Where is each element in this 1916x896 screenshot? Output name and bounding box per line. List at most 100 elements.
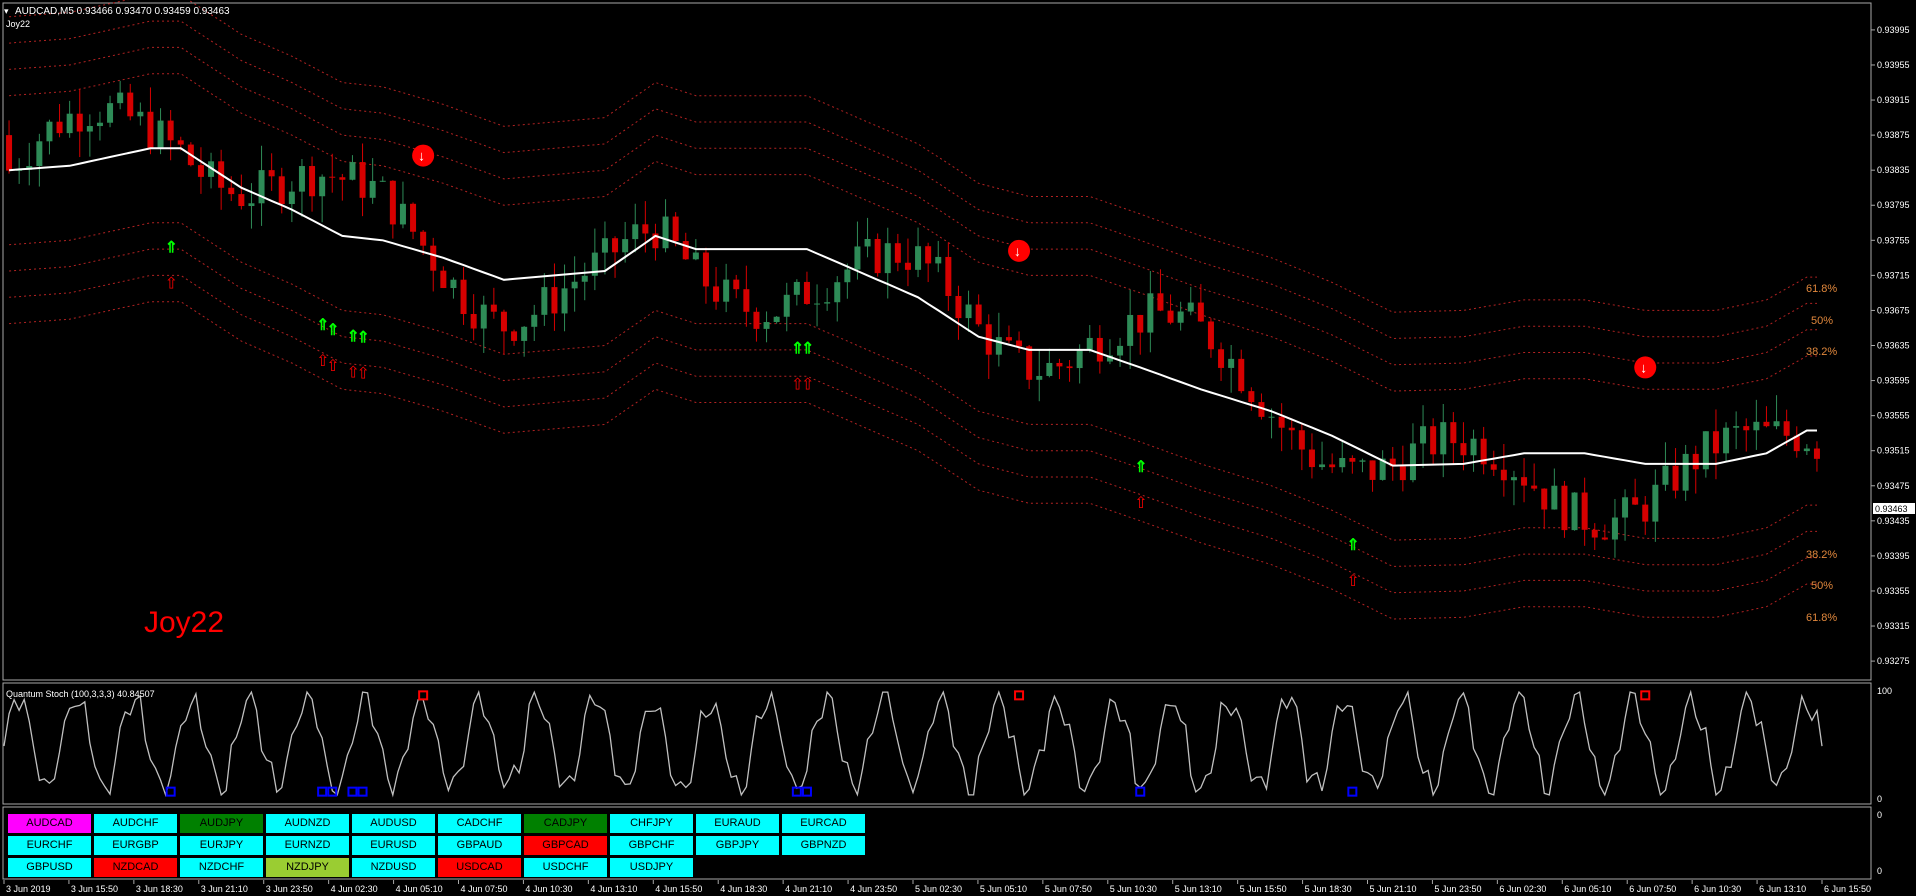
currency-button-eurchf[interactable]: EURCHF (8, 836, 91, 855)
currency-button-gbpcad[interactable]: GBPCAD (524, 836, 607, 855)
candle-body (521, 326, 528, 341)
y-tick-label: 0.93275 (1877, 656, 1910, 666)
candle-body (480, 304, 487, 329)
currency-button-euraud[interactable]: EURAUD (696, 814, 779, 833)
candle-body (450, 279, 457, 289)
candle-body (278, 176, 285, 205)
currency-button-nzdusd[interactable]: NZDUSD (352, 858, 435, 877)
candle-body (561, 288, 568, 314)
candle-body (228, 187, 235, 195)
candle-body (1682, 453, 1689, 491)
currency-button-audjpy[interactable]: AUDJPY (180, 814, 263, 833)
candle-body (6, 135, 13, 171)
candle-body (420, 231, 427, 246)
candle-body (723, 279, 730, 302)
candle-body (965, 304, 972, 319)
candle-body (1207, 321, 1214, 350)
candle-body (117, 92, 124, 104)
band-line-7 (9, 301, 1817, 620)
currency-button-nzdchf[interactable]: NZDCHF (180, 858, 263, 877)
currency-button-audchf[interactable]: AUDCHF (94, 814, 177, 833)
stoch-sell-marker (1014, 690, 1025, 701)
currency-button-usdcad[interactable]: USDCAD (438, 858, 521, 877)
candle-body (1521, 477, 1528, 486)
x-tick-label: 4 Jun 02:30 (331, 884, 378, 894)
stoch-title: Quantum Stoch (100,3,3,3) 40.84507 (6, 689, 155, 699)
signal-arrows: ⇑⇧⇑⇧⇑⇧⇑⇧⇑⇧⇑⇧⇑⇧⇑⇧⇑⇧↓↓↓ (165, 144, 1657, 590)
currency-button-eurusd[interactable]: EURUSD (352, 836, 435, 855)
candle-body (339, 177, 346, 180)
up-outline-arrow-icon: ⇧ (1134, 495, 1147, 512)
currency-button-usdjpy[interactable]: USDJPY (610, 858, 693, 877)
candle-body (803, 281, 810, 304)
currency-button-cadchf[interactable]: CADCHF (438, 814, 521, 833)
candle-body (713, 286, 720, 302)
currency-button-cadjpy[interactable]: CADJPY (524, 814, 607, 833)
candle-body (1470, 438, 1477, 456)
currency-button-gbpchf[interactable]: GBPCHF (610, 836, 693, 855)
currency-button-chfjpy[interactable]: CHFJPY (610, 814, 693, 833)
candle-body (268, 170, 275, 177)
candle-body (1005, 337, 1012, 341)
stoch-sell-marker (418, 690, 429, 701)
buy-arrow-icon: ⇑ (1134, 459, 1147, 476)
currency-button-audnzd[interactable]: AUDNZD (266, 814, 349, 833)
stoch-scale-top: 100 (1877, 686, 1892, 696)
candle-body (935, 256, 942, 264)
candle-body (783, 294, 790, 317)
up-outline-arrow-icon: ⇧ (326, 358, 339, 375)
x-tick-label: 5 Jun 02:30 (915, 884, 962, 894)
band-line-6 (9, 274, 1817, 594)
candle-body (1238, 358, 1245, 392)
candle-body (702, 252, 709, 287)
y-tick-label: 0.93635 (1877, 341, 1910, 351)
candle-body (76, 113, 83, 132)
currency-button-eurgbp[interactable]: EURGBP (94, 836, 177, 855)
currency-button-eurnzd[interactable]: EURNZD (266, 836, 349, 855)
candle-body (995, 337, 1002, 355)
candle-body (511, 331, 518, 341)
y-tick-label: 0.93875 (1877, 130, 1910, 140)
x-tick-label: 5 Jun 07:50 (1045, 884, 1092, 894)
currency-button-audcad[interactable]: AUDCAD (8, 814, 91, 833)
up-outline-arrow-icon: ⇧ (357, 366, 370, 383)
candle-body (1460, 443, 1467, 456)
candle-body (1228, 358, 1235, 368)
candle-body (763, 322, 770, 329)
currency-button-gbpnzd[interactable]: GBPNZD (782, 836, 865, 855)
candle-body (1551, 485, 1558, 510)
candle-body (1440, 422, 1447, 455)
x-tick-label: 3 Jun 18:30 (136, 884, 183, 894)
candles (6, 80, 1820, 558)
currency-button-eurjpy[interactable]: EURJPY (180, 836, 263, 855)
y-tick-label: 0.93795 (1877, 200, 1910, 210)
chart-canvas[interactable]: ⇑⇧⇑⇧⇑⇧⇑⇧⇑⇧⇑⇧⇑⇧⇑⇧⇑⇧↓↓↓ 0.939950.939550.93… (0, 0, 1916, 896)
y-tick-label: 0.93515 (1877, 446, 1910, 456)
currency-button-gbpusd[interactable]: GBPUSD (8, 858, 91, 877)
buy-arrow-icon: ⇑ (357, 330, 370, 347)
band-line-3 (9, 73, 1817, 392)
currency-button-usdchf[interactable]: USDCHF (524, 858, 607, 877)
candle-body (1066, 366, 1073, 369)
currency-button-audusd[interactable]: AUDUSD (352, 814, 435, 833)
candle-body (1147, 293, 1154, 333)
candle-body (1571, 492, 1578, 531)
candle-body (1763, 421, 1770, 427)
currency-button-eurcad[interactable]: EURCAD (782, 814, 865, 833)
candle-body (56, 121, 63, 134)
candle-body (612, 238, 619, 253)
collapse-icon[interactable]: ▾ (4, 6, 9, 16)
candle-body (1510, 477, 1517, 481)
candle-body (349, 162, 356, 180)
candle-body (1541, 488, 1548, 510)
candle-body (319, 176, 326, 197)
candle-body (975, 304, 982, 325)
currency-button-nzdjpy[interactable]: NZDJPY (266, 858, 349, 877)
currency-button-gbpaud[interactable]: GBPAUD (438, 836, 521, 855)
time-axis: 3 Jun 2019 3 Jun 15:50 3 Jun 18:30 3 Jun 21… (3, 880, 1871, 894)
currency-button-nzdcad[interactable]: NZDCAD (94, 858, 177, 877)
x-tick-label: 4 Jun 18:30 (720, 884, 767, 894)
y-tick-label: 0.93955 (1877, 60, 1910, 70)
x-tick-label: 5 Jun 15:50 (1240, 884, 1287, 894)
currency-button-gbpjpy[interactable]: GBPJPY (696, 836, 779, 855)
